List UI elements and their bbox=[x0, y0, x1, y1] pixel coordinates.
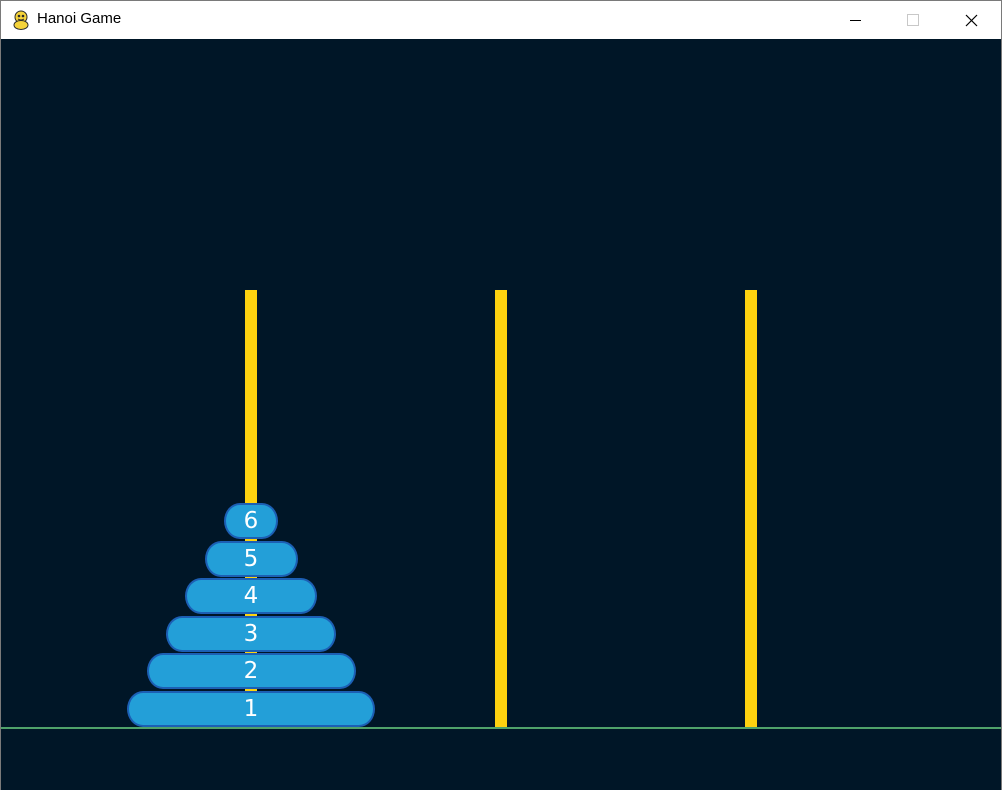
close-icon bbox=[965, 14, 978, 27]
maximize-icon bbox=[907, 14, 919, 26]
game-canvas[interactable]: 123456 bbox=[1, 39, 1001, 790]
minimize-button[interactable] bbox=[826, 1, 884, 39]
disk-3[interactable]: 3 bbox=[166, 616, 336, 652]
maximize-button[interactable] bbox=[884, 1, 942, 39]
pygame-snake-icon bbox=[12, 10, 30, 30]
disk-5[interactable]: 5 bbox=[204, 541, 298, 577]
ground-line bbox=[1, 727, 1001, 729]
game-window: Hanoi Game 123456 bbox=[0, 0, 1002, 790]
disk-4[interactable]: 4 bbox=[185, 578, 317, 614]
title-bar[interactable]: Hanoi Game bbox=[1, 1, 1001, 39]
peg-3[interactable] bbox=[745, 290, 757, 728]
close-button[interactable] bbox=[942, 1, 1000, 39]
peg-2[interactable] bbox=[495, 290, 507, 728]
disk-6[interactable]: 6 bbox=[224, 503, 278, 539]
minimize-icon bbox=[850, 20, 861, 21]
window-title: Hanoi Game bbox=[37, 10, 122, 27]
disk-2[interactable]: 2 bbox=[146, 653, 356, 689]
disk-1[interactable]: 1 bbox=[127, 691, 375, 727]
